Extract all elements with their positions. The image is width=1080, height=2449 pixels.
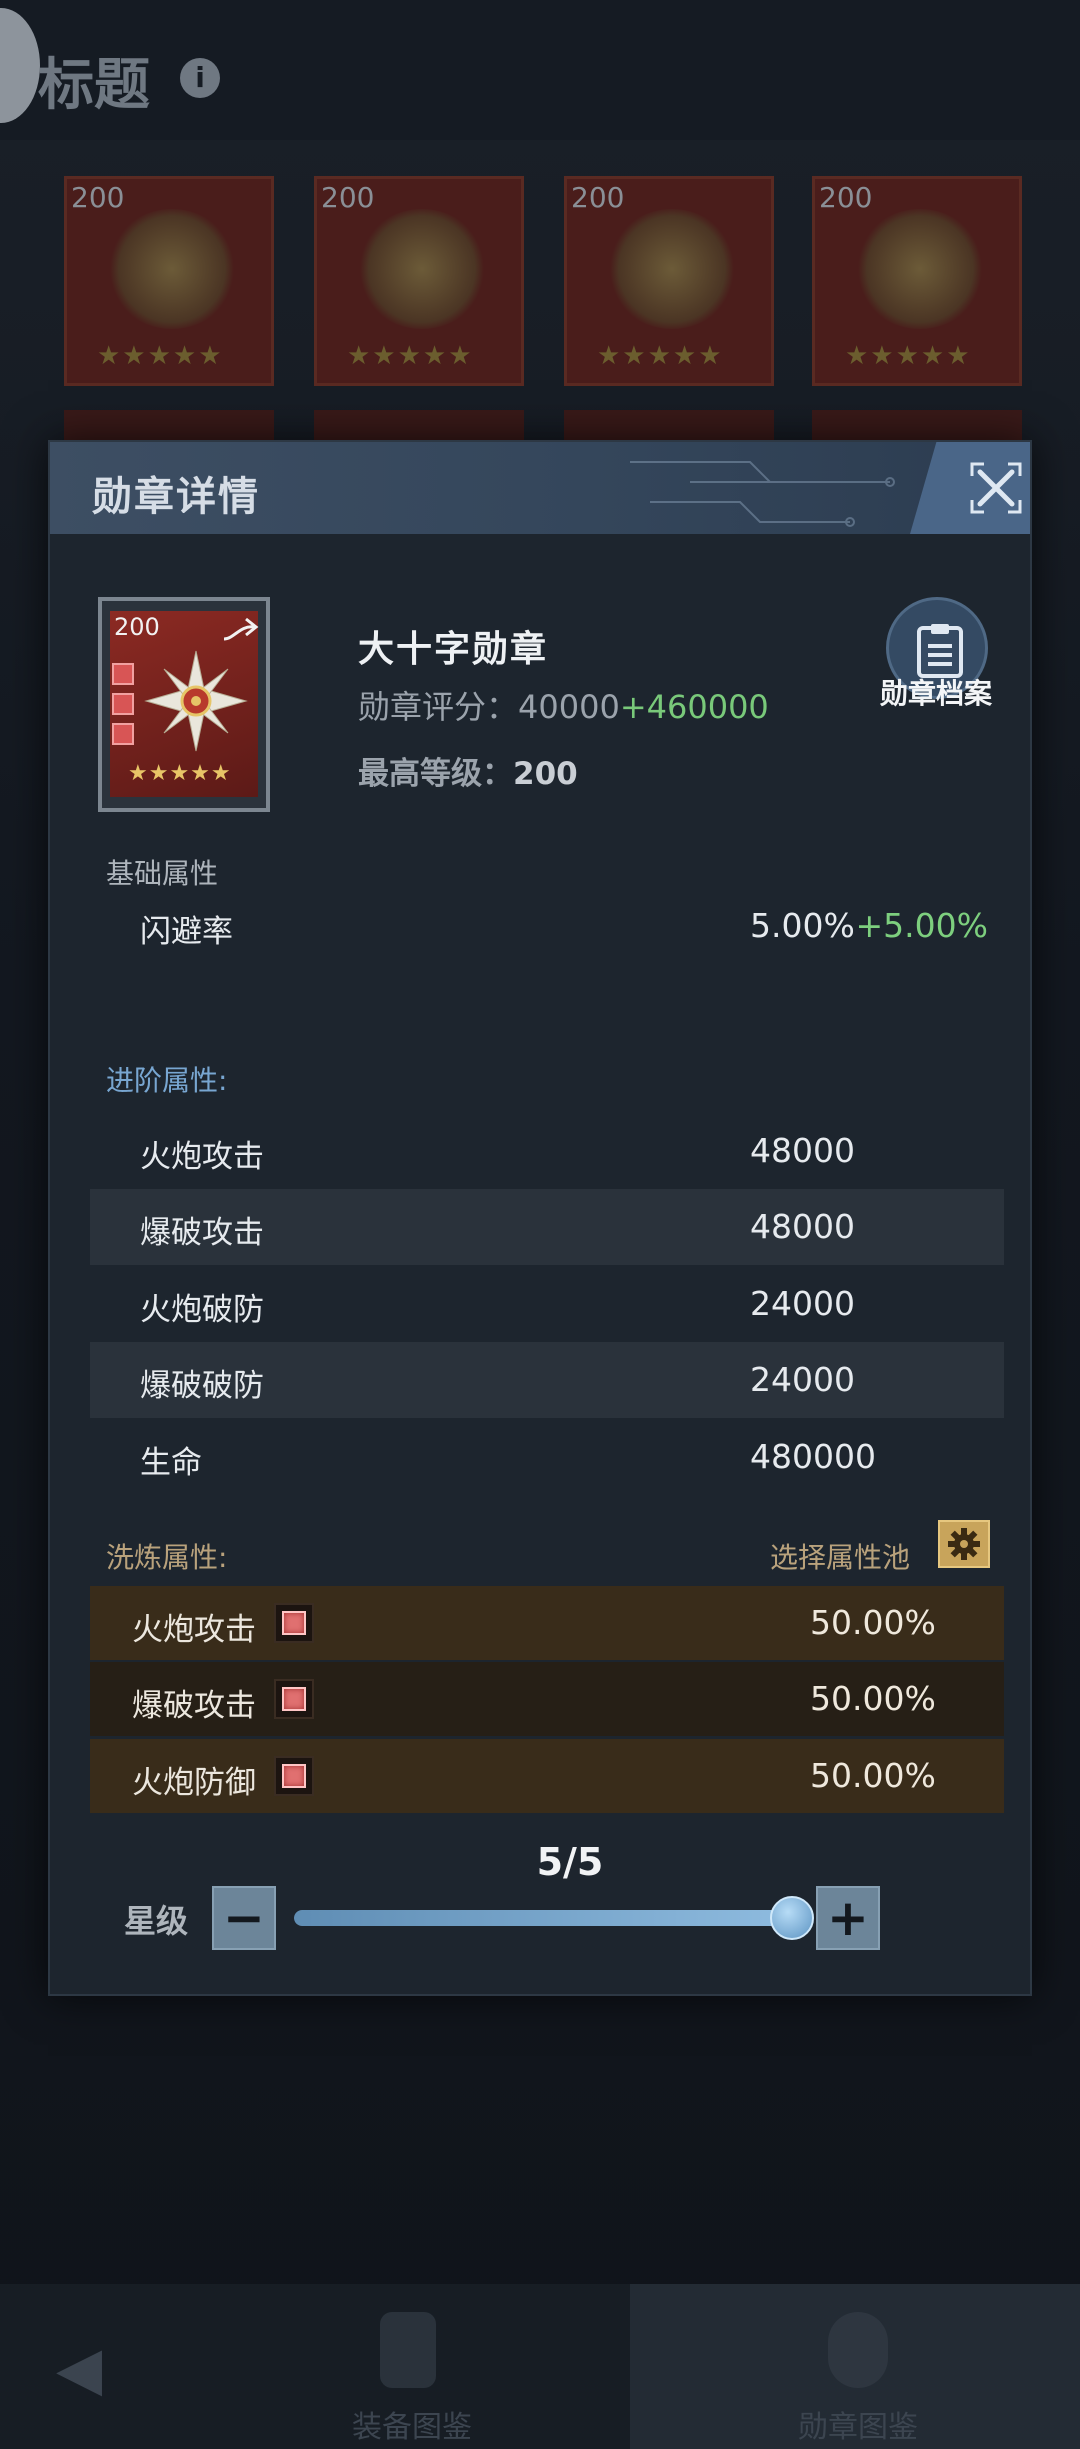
- dialog-header: 勋章详情: [50, 442, 1030, 534]
- medal-stars: ★★★★★: [128, 761, 232, 786]
- refine-slot-icon: [274, 1603, 314, 1643]
- attribute-value: 48000: [750, 1207, 855, 1246]
- attribute-value: 24000: [750, 1284, 855, 1323]
- refine-attribute-name: 爆破攻击: [132, 1688, 256, 1724]
- medal-score: 勋章评分：40000+460000: [358, 682, 769, 728]
- close-icon: [970, 462, 1022, 514]
- top-bar: 标题 i: [0, 0, 1080, 140]
- slider-fill: [294, 1910, 798, 1926]
- refine-attribute-value: 50.00%: [810, 1679, 936, 1718]
- upgrade-arrow-icon: [223, 617, 259, 641]
- card-level: 200: [571, 181, 625, 214]
- back-arrow-icon[interactable]: ◀: [56, 2334, 102, 2404]
- refine-attribute-name: 火炮攻击: [132, 1612, 256, 1648]
- medal-icon: [828, 2312, 888, 2388]
- clipboard-icon: [917, 624, 963, 678]
- refine-slot-icon: [112, 723, 134, 745]
- medal-level: 200: [114, 613, 160, 641]
- attribute-row: 爆破破防 24000: [90, 1342, 1004, 1418]
- attribute-name: 火炮破防: [140, 1292, 264, 1328]
- avatar[interactable]: [0, 8, 40, 123]
- bottom-tab-bar: ◀ 装备图鉴 勋章图鉴: [0, 2284, 1080, 2449]
- card-stars: ★★★★★: [97, 341, 224, 371]
- dialog-title: 勋章详情: [92, 474, 260, 520]
- page-title: 标题: [38, 53, 150, 118]
- medal-card[interactable]: 200 ★★★★★: [314, 176, 524, 386]
- score-bonus: +460000: [619, 688, 769, 726]
- gear-icon: [948, 1528, 980, 1560]
- medal-image: [855, 209, 985, 329]
- attribute-value: 48000: [750, 1131, 855, 1170]
- star-decrease-button[interactable]: −: [212, 1886, 276, 1950]
- attribute-name: 爆破攻击: [140, 1215, 264, 1251]
- medal-detail-dialog: 勋章详情 200 ★★★★★ 大十字勋章 勋章评分：40000+460000 最…: [48, 440, 1032, 1996]
- medal-card[interactable]: 200 ★★★★★: [564, 176, 774, 386]
- star-increase-button[interactable]: +: [816, 1886, 880, 1950]
- refine-attributes-heading: 洗炼属性:: [106, 1541, 228, 1574]
- advanced-attributes-heading: 进阶属性:: [106, 1064, 228, 1097]
- medal-archive-label[interactable]: 勋章档案: [880, 672, 992, 712]
- refine-slot-icon: [112, 693, 134, 715]
- card-level: 200: [819, 181, 873, 214]
- attribute-name: 爆破破防: [140, 1368, 264, 1404]
- medal-card[interactable]: 200 ★★★★★: [812, 176, 1022, 386]
- grand-cross-medal-icon: [144, 650, 248, 752]
- attribute-value: 480000: [750, 1437, 876, 1476]
- attribute-row: 生命 480000: [90, 1419, 1004, 1495]
- refine-slot-icon: [274, 1679, 314, 1719]
- refine-row: 火炮防御 50.00%: [90, 1739, 1004, 1813]
- refine-slot-icon: [112, 663, 134, 685]
- circuit-decoration: [630, 461, 895, 527]
- card-stars: ★★★★★: [597, 341, 724, 371]
- attribute-pool-button[interactable]: [938, 1520, 990, 1568]
- medal-image: 200 ★★★★★: [110, 611, 259, 797]
- tab-equipment-codex[interactable]: 装备图鉴: [352, 2402, 472, 2446]
- basic-attributes-heading: 基础属性: [106, 857, 219, 890]
- refine-attribute-value: 50.00%: [810, 1756, 936, 1795]
- refine-row: 爆破攻击 50.00%: [90, 1662, 1004, 1736]
- medal-image: [357, 209, 487, 329]
- card-stars: ★★★★★: [347, 341, 474, 371]
- medal-card[interactable]: 200 ★★★★★: [64, 176, 274, 386]
- medal-name: 大十字勋章: [358, 629, 549, 670]
- attribute-bonus: +5.00%: [855, 906, 988, 945]
- minus-icon: −: [223, 1889, 265, 1947]
- max-level: 最高等级：200: [358, 748, 578, 793]
- card-level: 200: [321, 181, 375, 214]
- star-level-label: 星级: [124, 1902, 189, 1940]
- select-attribute-pool-label[interactable]: 选择属性池: [770, 1536, 910, 1576]
- medal-image: [607, 209, 737, 329]
- attribute-row: 火炮攻击 48000: [90, 1113, 1004, 1189]
- score-label: 勋章评分：: [358, 688, 519, 726]
- slider-thumb[interactable]: [770, 1896, 814, 1940]
- attribute-name: 火炮攻击: [140, 1139, 264, 1175]
- medal-image: [107, 209, 237, 329]
- max-level-label: 最高等级：: [358, 756, 513, 792]
- max-level-value: 200: [513, 756, 578, 792]
- attribute-name: 闪避率: [140, 914, 233, 950]
- refine-attribute-name: 火炮防御: [132, 1765, 256, 1801]
- attribute-value: 5.00%: [750, 906, 855, 945]
- attribute-row: 火炮破防 24000: [90, 1266, 1004, 1342]
- attribute-name: 生命: [140, 1445, 202, 1481]
- medal-image-frame: 200 ★★★★★: [98, 597, 270, 812]
- attribute-row: 闪避率 5.00% +5.00%: [90, 888, 1004, 964]
- card-stars: ★★★★★: [845, 341, 972, 371]
- plus-icon: +: [827, 1889, 869, 1947]
- refine-row: 火炮攻击 50.00%: [90, 1586, 1004, 1660]
- star-level-slider[interactable]: [294, 1910, 798, 1926]
- tab-medal-codex[interactable]: 勋章图鉴: [798, 2402, 918, 2446]
- card-level: 200: [71, 181, 125, 214]
- info-icon[interactable]: i: [180, 58, 220, 98]
- refine-attribute-value: 50.00%: [810, 1603, 936, 1642]
- attribute-value: 24000: [750, 1360, 855, 1399]
- refine-slot-icon: [274, 1756, 314, 1796]
- star-level-value: 5/5: [536, 1840, 604, 1884]
- score-base: 40000: [518, 688, 620, 726]
- attribute-row: 爆破攻击 48000: [90, 1189, 1004, 1265]
- equipment-icon: [380, 2312, 436, 2388]
